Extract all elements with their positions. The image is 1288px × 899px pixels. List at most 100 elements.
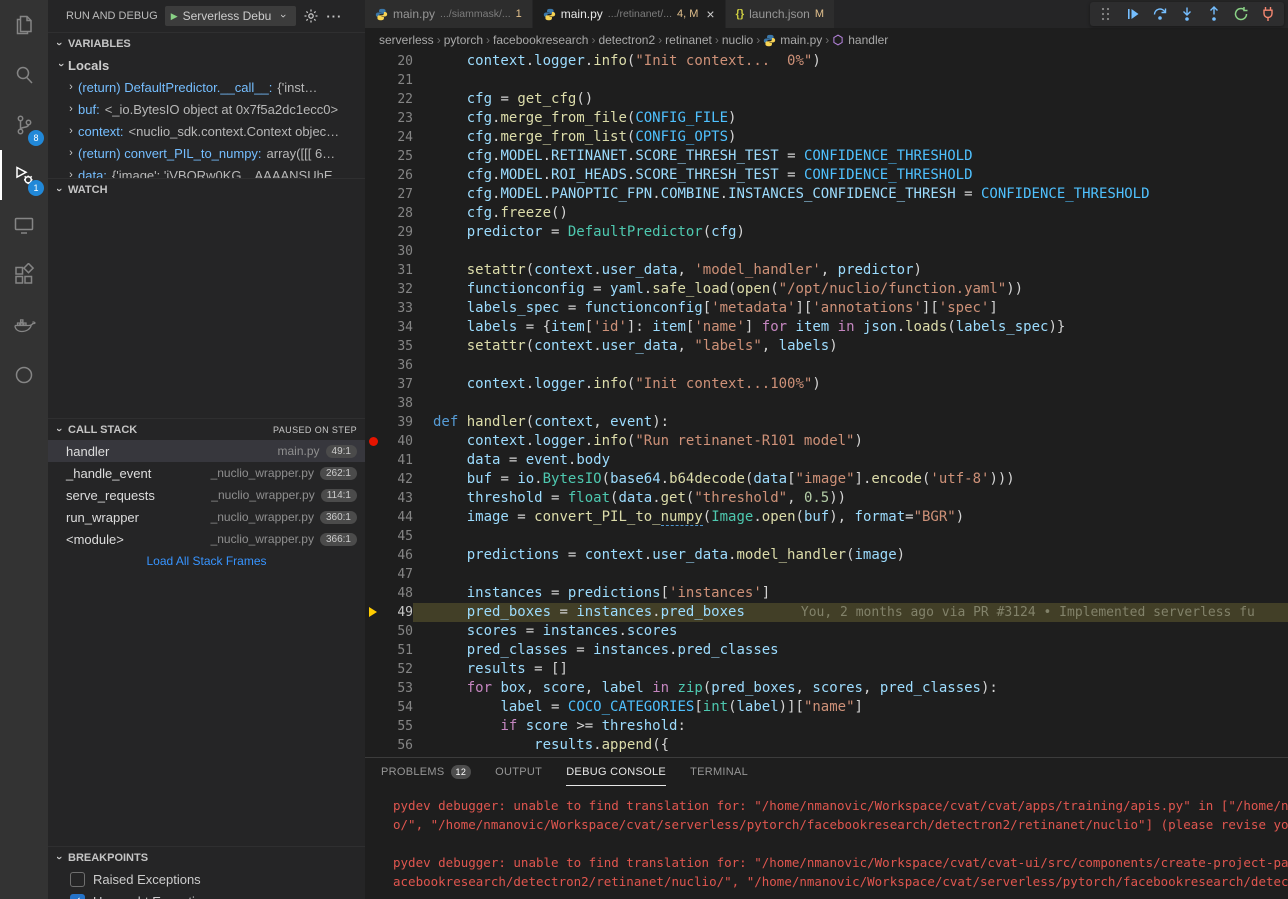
scope-locals[interactable]: › Locals bbox=[48, 54, 365, 76]
breakpoint-gutter[interactable] bbox=[365, 261, 383, 280]
code-line[interactable]: 39def handler(context, event): bbox=[365, 413, 1288, 432]
code-line[interactable]: 40 context.logger.info("Run retinanet-R1… bbox=[365, 432, 1288, 451]
breakpoint-gutter[interactable] bbox=[365, 432, 383, 451]
breakpoint-gutter[interactable] bbox=[365, 204, 383, 223]
code-line[interactable]: 23 cfg.merge_from_file(CONFIG_FILE) bbox=[365, 109, 1288, 128]
code-line[interactable]: 32 functionconfig = yaml.safe_load(open(… bbox=[365, 280, 1288, 299]
panel-tab-debug-console[interactable]: DEBUG CONSOLE bbox=[566, 758, 666, 786]
checkbox-unchecked-icon[interactable] bbox=[70, 872, 85, 887]
activity-remote-explorer[interactable] bbox=[0, 200, 48, 250]
stack-frame[interactable]: _handle_event_nuclio_wrapper.py262:1 bbox=[48, 462, 365, 484]
breakpoints-section-header[interactable]: › BREAKPOINTS bbox=[48, 846, 365, 868]
breakpoint-gutter[interactable] bbox=[365, 109, 383, 128]
breadcrumb-item[interactable]: serverless bbox=[379, 33, 434, 47]
close-icon[interactable]: × bbox=[706, 6, 714, 22]
restart-icon[interactable] bbox=[1233, 6, 1249, 22]
code-line[interactable]: 41 data = event.body bbox=[365, 451, 1288, 470]
breakpoint-row[interactable]: ✓Uncaught Exceptions bbox=[48, 890, 365, 899]
editor-tab[interactable]: main.py.../siammask/...1 bbox=[365, 0, 533, 28]
code-line[interactable]: 30 bbox=[365, 242, 1288, 261]
code-line[interactable]: 26 cfg.MODEL.ROI_HEADS.SCORE_THRESH_TEST… bbox=[365, 166, 1288, 185]
breakpoint-gutter[interactable] bbox=[365, 280, 383, 299]
variable-row[interactable]: ›data:{'image': 'iVBORw0KG…AAAANSUhE… bbox=[48, 164, 365, 178]
breakpoint-gutter[interactable] bbox=[365, 90, 383, 109]
call-stack-section-header[interactable]: › CALL STACK PAUSED ON STEP bbox=[48, 418, 365, 440]
breakpoint-gutter[interactable] bbox=[365, 641, 383, 660]
variables-section-header[interactable]: › VARIABLES bbox=[48, 32, 365, 54]
breakpoint-gutter[interactable] bbox=[365, 356, 383, 375]
breakpoint-gutter[interactable] bbox=[365, 546, 383, 565]
code-line[interactable]: 35 setattr(context.user_data, "labels", … bbox=[365, 337, 1288, 356]
editor-tab[interactable]: {}launch.jsonM bbox=[726, 0, 835, 28]
breakpoint-gutter[interactable] bbox=[365, 622, 383, 641]
load-all-stack-frames-link[interactable]: Load All Stack Frames bbox=[48, 550, 365, 572]
code-line[interactable]: 24 cfg.merge_from_list(CONFIG_OPTS) bbox=[365, 128, 1288, 147]
code-line[interactable]: 46 predictions = context.user_data.model… bbox=[365, 546, 1288, 565]
code-line[interactable]: 52 results = [] bbox=[365, 660, 1288, 679]
stack-frame[interactable]: run_wrapper_nuclio_wrapper.py360:1 bbox=[48, 506, 365, 528]
code-line[interactable]: 36 bbox=[365, 356, 1288, 375]
variable-row[interactable]: ›(return) DefaultPredictor.__call__:{'in… bbox=[48, 76, 365, 98]
code-line[interactable]: 50 scores = instances.scores bbox=[365, 622, 1288, 641]
panel-tab-output[interactable]: OUTPUT bbox=[495, 758, 542, 786]
breakpoint-gutter[interactable] bbox=[365, 299, 383, 318]
code-line[interactable]: 28 cfg.freeze() bbox=[365, 204, 1288, 223]
breakpoint-gutter[interactable] bbox=[365, 71, 383, 90]
code-line[interactable]: 54 label = COCO_CATEGORIES[int(label)]["… bbox=[365, 698, 1288, 717]
code-line[interactable]: 29 predictor = DefaultPredictor(cfg) bbox=[365, 223, 1288, 242]
variable-row[interactable]: ›context:<nuclio_sdk.context.Context obj… bbox=[48, 120, 365, 142]
checkbox-checked-icon[interactable]: ✓ bbox=[70, 894, 85, 899]
code-line[interactable]: 21 bbox=[365, 71, 1288, 90]
breakpoint-gutter[interactable] bbox=[365, 736, 383, 755]
breakpoint-gutter[interactable] bbox=[365, 470, 383, 489]
code-line[interactable]: 37 context.logger.info("Init context...1… bbox=[365, 375, 1288, 394]
code-line[interactable]: 45 bbox=[365, 527, 1288, 546]
code-line[interactable]: 51 pred_classes = instances.pred_classes bbox=[365, 641, 1288, 660]
breakpoint-gutter[interactable] bbox=[365, 603, 383, 622]
code-line[interactable]: 25 cfg.MODEL.RETINANET.SCORE_THRESH_TEST… bbox=[365, 147, 1288, 166]
watch-section-header[interactable]: › WATCH bbox=[48, 178, 365, 200]
code-line[interactable]: 43 threshold = float(data.get("threshold… bbox=[365, 489, 1288, 508]
launch-config-dropdown[interactable]: ▶ Serverless Debu › bbox=[165, 6, 297, 26]
code-line[interactable]: 34 labels = {item['id']: item['name'] fo… bbox=[365, 318, 1288, 337]
breakpoint-gutter[interactable] bbox=[365, 337, 383, 356]
breakpoint-gutter[interactable] bbox=[365, 508, 383, 527]
breakpoint-gutter[interactable] bbox=[365, 660, 383, 679]
step-out-icon[interactable] bbox=[1206, 6, 1222, 22]
code-line[interactable]: 49 pred_boxes = instances.pred_boxesYou,… bbox=[365, 603, 1288, 622]
code-line[interactable]: 55 if score >= threshold: bbox=[365, 717, 1288, 736]
code-line[interactable]: 48 instances = predictions['instances'] bbox=[365, 584, 1288, 603]
code-line[interactable]: 22 cfg = get_cfg() bbox=[365, 90, 1288, 109]
code-line[interactable]: 33 labels_spec = functionconfig['metadat… bbox=[365, 299, 1288, 318]
breakpoint-gutter[interactable] bbox=[365, 394, 383, 413]
breakpoint-gutter[interactable] bbox=[365, 584, 383, 603]
stack-frame[interactable]: serve_requests_nuclio_wrapper.py114:1 bbox=[48, 484, 365, 506]
code-line[interactable]: 56 results.append({ bbox=[365, 736, 1288, 755]
code-line[interactable]: 38 bbox=[365, 394, 1288, 413]
breadcrumb-item[interactable]: main.py bbox=[763, 33, 822, 47]
panel-tab-terminal[interactable]: TERMINAL bbox=[690, 758, 748, 786]
grip-icon[interactable] bbox=[1098, 6, 1114, 22]
step-into-icon[interactable] bbox=[1179, 6, 1195, 22]
breadcrumb-item[interactable]: handler bbox=[832, 33, 888, 47]
stack-frame[interactable]: handlermain.py49:1 bbox=[48, 440, 365, 462]
code-line[interactable]: 42 buf = io.BytesIO(base64.b64decode(dat… bbox=[365, 470, 1288, 489]
activity-source-control[interactable]: 8 bbox=[0, 100, 48, 150]
code-line[interactable]: 31 setattr(context.user_data, 'model_han… bbox=[365, 261, 1288, 280]
code-line[interactable]: 53 for box, score, label in zip(pred_box… bbox=[365, 679, 1288, 698]
panel-tab-problems[interactable]: PROBLEMS12 bbox=[381, 758, 471, 786]
breakpoint-gutter[interactable] bbox=[365, 565, 383, 584]
stack-frame[interactable]: <module>_nuclio_wrapper.py366:1 bbox=[48, 528, 365, 550]
breakpoint-gutter[interactable] bbox=[365, 242, 383, 261]
editor-tab[interactable]: main.py.../retinanet/...4, M× bbox=[533, 0, 726, 28]
breakpoint-gutter[interactable] bbox=[365, 451, 383, 470]
code-line[interactable]: 20 context.logger.info("Init context... … bbox=[365, 52, 1288, 71]
gear-icon[interactable] bbox=[303, 8, 319, 24]
breakpoint-gutter[interactable] bbox=[365, 128, 383, 147]
breakpoint-gutter[interactable] bbox=[365, 679, 383, 698]
code-line[interactable]: 27 cfg.MODEL.PANOPTIC_FPN.COMBINE.INSTAN… bbox=[365, 185, 1288, 204]
activity-search[interactable] bbox=[0, 50, 48, 100]
breakpoint-gutter[interactable] bbox=[365, 166, 383, 185]
breadcrumb-item[interactable]: retinanet bbox=[665, 33, 712, 47]
breakpoint-gutter[interactable] bbox=[365, 185, 383, 204]
